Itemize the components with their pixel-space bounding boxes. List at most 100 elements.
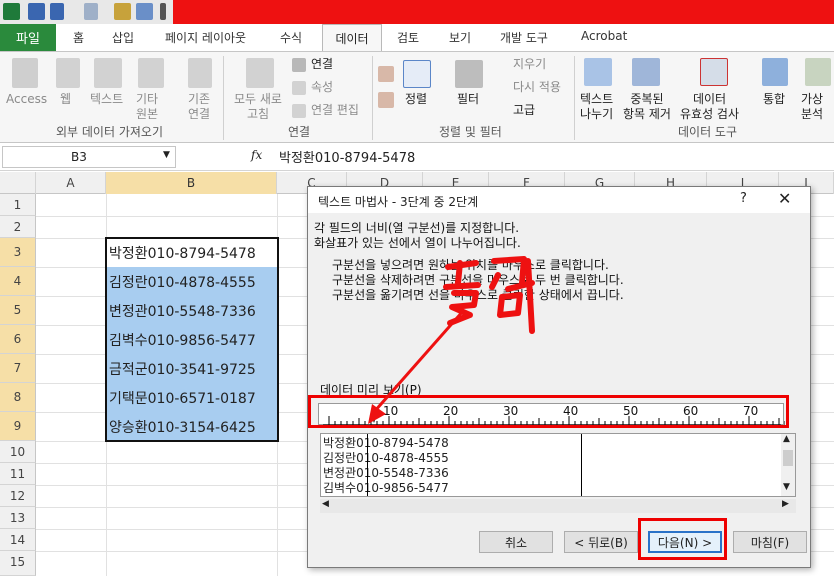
tab-data[interactable]: 데이터 [322,24,382,51]
text-to-columns-button[interactable]: 텍스트 나누기 [580,92,613,122]
select-all-corner[interactable] [0,172,36,194]
excel-icon [3,3,20,20]
data-preview[interactable]: 박정환010-8794-5478 김정란010-4878-4555 변정관010… [320,433,796,497]
tab-page-layout[interactable]: 페이지 레이아웃 [165,29,246,46]
row-header[interactable]: 8 [0,383,36,412]
scroll-left-icon[interactable]: ◀ [322,499,329,509]
refresh-all-label-2: 고침 [246,107,270,121]
row-header[interactable]: 10 [0,441,36,463]
formula-input[interactable]: 박정환010-8794-5478 [279,147,415,166]
redo-icon[interactable] [84,3,98,20]
what-if-analysis-button[interactable]: 가상 분석 [801,92,823,122]
consolidate-button[interactable]: 통합 [763,92,785,107]
edit-links-icon [292,104,306,118]
row-header[interactable]: 1 [0,194,36,216]
column-header[interactable]: B [106,172,277,194]
selection-border [105,237,279,442]
tab-home[interactable]: 홈 [73,29,84,46]
group-label-external-data: 외부 데이터 가져오기 [56,125,163,139]
name-box[interactable]: B3 [2,146,176,168]
data-validation-button[interactable]: 데이터 유효성 검사 [680,92,739,122]
tab-acrobat[interactable]: Acrobat [581,29,627,43]
row-header[interactable]: 11 [0,463,36,485]
row-header[interactable]: 3 [0,238,36,267]
cancel-button[interactable]: 취소 [479,531,553,553]
reapply-button[interactable]: 다시 적용 [513,80,561,95]
tab-developer[interactable]: 개발 도구 [500,29,548,46]
annotation-arrow [368,309,466,424]
scroll-up-icon[interactable]: ▲ [783,434,790,444]
row-header[interactable]: 15 [0,551,36,576]
title-bar-redacted [173,0,834,24]
what-if-label-2: 분석 [801,107,824,121]
group-label-sort-filter: 정렬 및 필터 [439,125,502,139]
group-separator [574,56,575,140]
remove-duplicates-button[interactable]: 중복된 항목 제거 [623,92,671,122]
form-icon[interactable] [136,3,153,20]
row-header[interactable]: 5 [0,296,36,325]
refresh-all-button[interactable]: 모두 새로 고침 [234,92,282,122]
annotation-highlight-next [638,518,727,560]
tab-insert[interactable]: 삽입 [112,29,134,46]
dialog-title: 텍스트 마법사 - 3단계 중 2단계 [318,195,479,209]
finish-button[interactable]: 마침(F) [733,531,807,553]
filter-button[interactable]: 필터 [457,92,479,107]
row-header[interactable]: 9 [0,412,36,441]
row-header[interactable]: 12 [0,485,36,507]
connections-button[interactable]: 연결 [311,57,333,72]
name-box-dropdown-icon[interactable]: ▼ [163,150,170,160]
group-separator [223,56,224,140]
column-break-line[interactable] [367,434,368,496]
tab-formulas[interactable]: 수식 [280,29,302,46]
customize-qat-icon[interactable] [160,3,166,20]
row-header[interactable]: 14 [0,529,36,551]
row-header[interactable]: 13 [0,507,36,529]
save-icon[interactable] [28,3,45,20]
edit-links-button[interactable]: 연결 편집 [311,103,359,118]
advanced-button[interactable]: 고급 [513,103,535,118]
access-button[interactable]: Access [6,92,47,107]
help-icon[interactable]: ? [740,191,747,206]
undo-icon[interactable] [50,3,64,20]
row-header[interactable]: 4 [0,267,36,296]
scroll-thumb[interactable] [783,450,793,466]
other-sources-icon [138,58,164,88]
properties-button[interactable]: 속성 [311,80,333,95]
connections-icon [292,58,306,72]
close-icon[interactable]: ✕ [778,189,791,208]
web-button[interactable]: 웹 [60,92,71,107]
preview-vertical-scrollbar[interactable]: ▲ ▼ [781,434,795,496]
intro-line-2: 화살표가 있는 선에서 열이 나누어집니다. [314,236,521,250]
group-separator [372,56,373,140]
row-header[interactable]: 2 [0,216,36,238]
sort-button[interactable]: 정렬 [405,92,427,107]
tab-review[interactable]: 검토 [397,29,419,46]
other-sources-button[interactable]: 기타 원본 [136,92,158,122]
clear-button[interactable]: 지우기 [513,57,546,72]
column-break-line[interactable] [581,434,582,496]
remove-duplicates-label-1: 중복된 [630,92,664,106]
text-to-columns-label-2: 나누기 [580,107,614,121]
existing-connections-label-1: 기존 [188,92,211,106]
sort-descending-icon[interactable] [378,92,394,108]
tab-file[interactable]: 파일 [0,24,56,51]
preview-horizontal-scrollbar[interactable]: ◀ ▶ [320,499,796,513]
column-header[interactable]: A [36,172,106,194]
fx-icon[interactable]: fx [251,148,262,162]
spelling-icon[interactable] [114,3,131,20]
consolidate-icon [762,58,788,86]
row-header[interactable]: 6 [0,325,36,354]
existing-connections-button[interactable]: 기존 연결 [188,92,210,122]
from-text-button[interactable]: 텍스트 [90,92,123,107]
ribbon: Access 웹 텍스트 기타 원본 기존 연결 외부 데이터 가져오기 모두 새로… [0,51,834,143]
refresh-all-label-1: 모두 새로 [234,92,282,106]
scroll-down-icon[interactable]: ▼ [783,482,790,492]
text-file-icon [94,58,122,88]
scroll-right-icon[interactable]: ▶ [782,499,789,509]
refresh-all-icon [246,58,274,88]
back-button[interactable]: < 뒤로(B) [564,531,638,553]
quick-access-toolbar [0,0,834,24]
tab-view[interactable]: 보기 [449,29,471,46]
row-header[interactable]: 7 [0,354,36,383]
sort-ascending-icon[interactable] [378,66,394,82]
